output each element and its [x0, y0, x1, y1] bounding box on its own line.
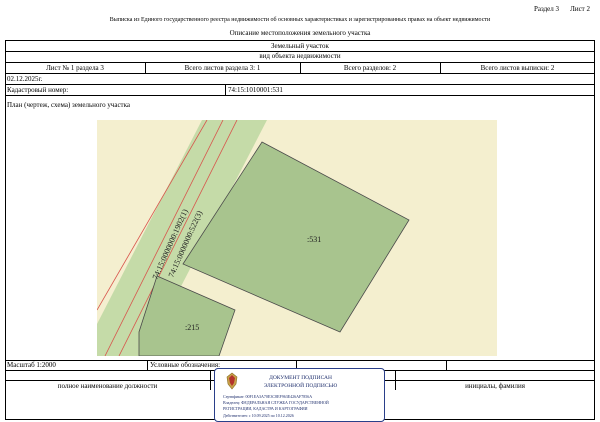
- electronic-signature-stamp: ДОКУМЕНТ ПОДПИСАН ЭЛЕКТРОННОЙ ПОДПИСЬЮ С…: [214, 368, 385, 422]
- stamp-validity: Действителен: с 10.09.2025 по 10.12.2026: [223, 413, 294, 418]
- legend-label: Условные обозначения:: [150, 361, 221, 369]
- stamp-line-1: ДОКУМЕНТ ПОДПИСАН: [269, 375, 332, 381]
- stamp-owner: Владелец: ФЕДЕРАЛЬНАЯ СЛУЖБА ГОСУДАРСТВЕ…: [223, 400, 329, 405]
- total-sections: Всего разделов: 2: [343, 64, 397, 72]
- plan-label: План (чертеж, схема) земельного участка: [7, 101, 131, 109]
- position-caption: полное наименование должности: [57, 382, 158, 390]
- total-section-sheets: Всего листов раздела 3: 1: [184, 64, 261, 72]
- total-sheets: Всего листов выписки: 2: [480, 64, 555, 72]
- sheet-no: Лист № 1 раздела 3: [46, 64, 104, 72]
- extract-date: 02.12.2025г.: [7, 75, 43, 83]
- stamp-certificate: Сертификат: 00F1EA3A70E3C8EF963E426AF785…: [223, 394, 313, 399]
- name-caption: инициалы, фамилия: [465, 382, 525, 390]
- sheet-number: Лист 2: [570, 5, 590, 13]
- section-number: Раздел 3: [533, 5, 559, 13]
- cadastral-label: Кадастровый номер:: [7, 86, 69, 94]
- scale: Масштаб 1:2000: [7, 361, 56, 369]
- document-subtitle: Описание местоположения земельного участ…: [229, 29, 371, 37]
- stamp-owner-2: РЕГИСТРАЦИИ, КАДАСТРА И КАРТОГРАФИИ: [223, 406, 308, 411]
- parcel-label-531: :531: [307, 235, 321, 244]
- parcel-map: 74:15:0000000:522(3) 74:15:0000000:1902(…: [96, 119, 497, 357]
- document-title: Выписка из Единого государственного реес…: [109, 17, 491, 23]
- parcel-label-215: :215: [185, 323, 199, 332]
- object-kind: Земельный участок: [271, 42, 329, 50]
- cadastral-number: 74:15:1010001:531: [228, 86, 283, 94]
- stamp-line-2: ЭЛЕКТРОННОЙ ПОДПИСЬЮ: [263, 383, 338, 389]
- object-kind-caption: вид объекта недвижимости: [259, 52, 341, 60]
